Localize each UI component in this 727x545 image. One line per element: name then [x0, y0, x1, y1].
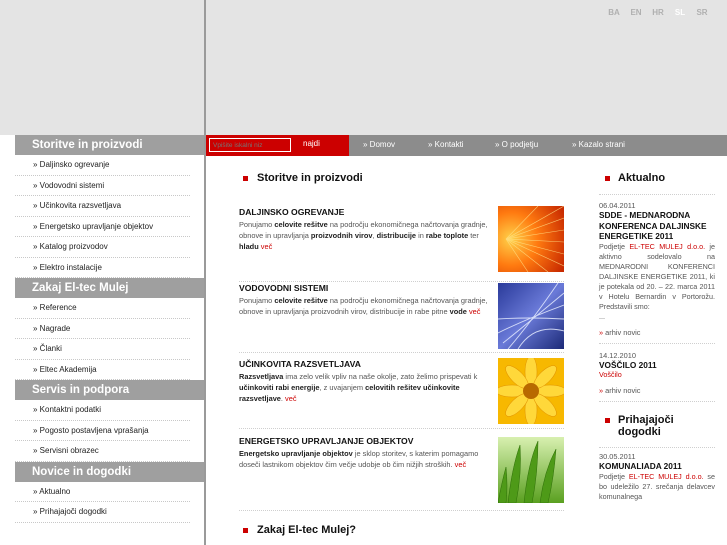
more-link[interactable]: več: [261, 242, 273, 251]
event-title[interactable]: KOMUNALIADA 2011: [599, 461, 715, 472]
blue-fibers-photo: [498, 283, 564, 349]
section-heading-storitve: Storitve in proizvodi: [232, 172, 572, 194]
article-text: Razsvetljava ima zelo velik vpliv na naš…: [239, 372, 478, 403]
sidebar-item-clanki[interactable]: Članki: [15, 339, 190, 360]
article-text: Energetsko upravljanje objektov je sklop…: [239, 449, 479, 469]
sidebar-item-katalog[interactable]: Katalog proizvodov: [15, 237, 190, 258]
dogodki-heading: Prihajajoči dogodki: [599, 414, 715, 438]
news-column: Aktualno 06.04.2011 SDDE - MEDNARODNA KO…: [599, 172, 715, 502]
arhiv-novic-link[interactable]: » arhiv novic: [599, 386, 715, 395]
sidebar: Storitve in proizvodi Daljinsko ogrevanj…: [15, 135, 204, 545]
search-button[interactable]: najdi: [303, 139, 320, 148]
search-area: najdi: [206, 135, 349, 156]
sidebar-item-nagrade[interactable]: Nagrade: [15, 319, 190, 339]
sidebar-item-akademija[interactable]: Eltec Akademija: [15, 360, 190, 380]
nav-domov[interactable]: » Domov: [363, 140, 395, 149]
news-text: Podjetje EL-TEC MULEJ d.o.o. je aktivno …: [599, 241, 715, 321]
sidebar-item-daljinsko-ogrevanje[interactable]: Daljinsko ogrevanje: [15, 155, 190, 176]
news-date: 14.12.2010: [599, 350, 636, 360]
news-date: 06.04.2011: [599, 201, 636, 210]
sidebar-item-elektro-instalacije[interactable]: Elektro instalacije: [15, 258, 190, 278]
article-energetsko-upravljanje: ENERGETSKO UPRAVLJANJE OBJEKTOV Energets…: [239, 436, 569, 503]
sidebar-item-vodovodni-sistemi[interactable]: Vodovodni sistemi: [15, 176, 190, 196]
nav-kontakti[interactable]: » Kontakti: [428, 140, 464, 149]
lang-sr[interactable]: SR: [691, 8, 713, 17]
sidebar-item-energetsko-upravljanje[interactable]: Energetsko upravljanje objektov: [15, 217, 190, 237]
yellow-flower-photo: [498, 358, 564, 424]
header-left-panel: [0, 0, 204, 135]
article-daljinsko-ogrevanje: DALJINSKO OGREVANJE Ponujamo celovite re…: [239, 206, 569, 272]
search-input[interactable]: [209, 138, 291, 152]
language-switcher: BA EN HR SL SR: [603, 8, 713, 17]
sidebar-heading-zakaj[interactable]: Zakaj El-tec Mulej: [15, 278, 204, 298]
sidebar-item-kontaktni-podatki[interactable]: Kontaktni podatki: [15, 400, 190, 421]
sidebar-item-aktualno[interactable]: Aktualno: [15, 482, 190, 502]
article-text: Ponujamo celovite rešitve na področju ek…: [239, 220, 488, 251]
news-title[interactable]: SDDE - MEDNARODNA KONFERENCA DALJINSKE E…: [599, 210, 715, 242]
sidebar-item-razsvetljava[interactable]: Učinkovita razsvetljava: [15, 196, 190, 217]
divider: [239, 428, 564, 429]
vertical-divider: [204, 0, 206, 545]
article-text: Ponujamo celovite rešitve na področju ek…: [239, 296, 488, 316]
top-navigation: najdi » Domov » Kontakti » O podjetju » …: [206, 135, 727, 156]
red-square-icon: [243, 176, 248, 181]
main-content: Storitve in proizvodi DALJINSKO OGREVANJ…: [232, 172, 572, 536]
more-link[interactable]: več: [455, 460, 467, 469]
arhiv-novic-link[interactable]: » arhiv novic: [599, 328, 715, 337]
lang-sl[interactable]: SL: [669, 8, 691, 17]
event-date: 30.05.2011: [599, 452, 636, 461]
sidebar-item-faq[interactable]: Pogosto postavljena vprašanja: [15, 421, 190, 441]
lang-hr[interactable]: HR: [647, 8, 669, 17]
article-vodovodni-sistemi: VODOVODNI SISTEMI Ponujamo celovite reši…: [239, 283, 569, 349]
sidebar-item-reference[interactable]: Reference: [15, 298, 190, 319]
aktualno-heading: Aktualno: [599, 172, 715, 184]
orange-fibers-photo: [498, 206, 564, 272]
sidebar-heading-servis[interactable]: Servis in podpora: [15, 380, 204, 400]
event-text: Podjetje EL-TEC MULEJ d.o.o. se bo udele…: [599, 471, 715, 501]
more-link[interactable]: več: [469, 307, 481, 316]
nav-kazalo-strani[interactable]: » Kazalo strani: [572, 140, 625, 149]
nav-o-podjetju[interactable]: » O podjetju: [495, 140, 538, 149]
divider: [239, 510, 564, 511]
red-square-icon: [243, 528, 248, 533]
green-leaves-photo: [498, 437, 564, 503]
sidebar-item-prihajajoci-dogodki[interactable]: Prihajajoči dogodki: [15, 502, 190, 523]
article-razsvetljava: UČINKOVITA RAZSVETLJAVA Razsvetljava ima…: [239, 358, 569, 424]
sidebar-item-servisni-obrazec[interactable]: Servisni obrazec: [15, 441, 190, 462]
divider: [239, 281, 564, 282]
more-link[interactable]: več: [285, 394, 297, 403]
red-square-icon: [605, 176, 610, 181]
lang-ba[interactable]: BA: [603, 8, 625, 17]
news-text[interactable]: Voščilo: [599, 370, 715, 380]
sidebar-heading-storitve[interactable]: Storitve in proizvodi: [15, 135, 204, 155]
header-banner: BA EN HR SL SR: [204, 0, 727, 135]
sidebar-heading-novice[interactable]: Novice in dogodki: [15, 461, 204, 482]
red-square-icon: [605, 418, 610, 423]
divider: [239, 352, 564, 353]
news-title[interactable]: VOŠČILO 2011: [599, 360, 715, 371]
lang-en[interactable]: EN: [625, 8, 647, 17]
section-heading-zakaj: Zakaj El-tec Mulej?: [232, 524, 532, 545]
